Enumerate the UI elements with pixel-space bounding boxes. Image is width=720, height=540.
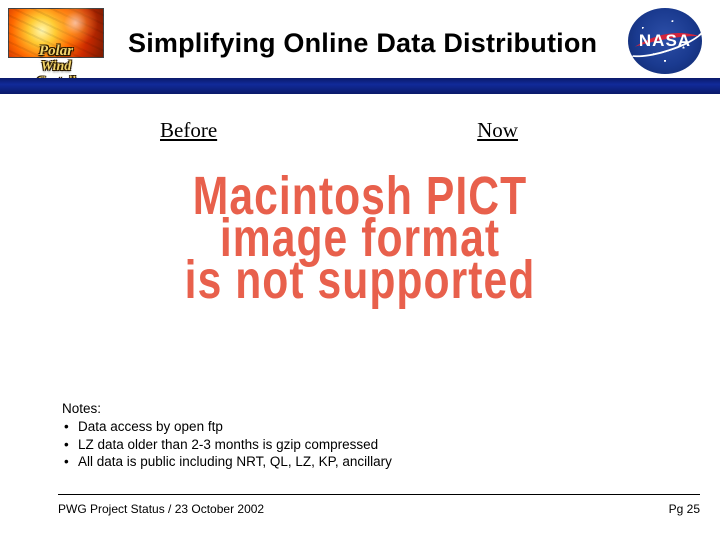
footer-divider: [58, 494, 700, 495]
nasa-logo: NASA: [624, 6, 706, 76]
column-now-label: Now: [477, 118, 518, 143]
notes-item: All data is public including NRT, QL, LZ…: [64, 453, 392, 470]
notes-block: Notes: Data access by open ftp LZ data o…: [62, 400, 392, 470]
image-placeholder: Macintosh PICT image format is not suppo…: [0, 176, 720, 301]
footer-right: Pg 25: [669, 502, 700, 516]
slide-title: Simplifying Online Data Distribution: [128, 28, 597, 59]
notes-item: LZ data older than 2-3 months is gzip co…: [64, 436, 392, 453]
footer-left: PWG Project Status / 23 October 2002: [58, 502, 264, 516]
notes-list: Data access by open ftp LZ data older th…: [62, 418, 392, 470]
header-divider-bar: [0, 78, 720, 94]
notes-item: Data access by open ftp: [64, 418, 392, 435]
notes-heading: Notes:: [62, 400, 392, 417]
column-headers: Before Now: [0, 118, 720, 143]
pwg-logo: Polar Wind Geotail: [8, 8, 104, 86]
slide-footer: PWG Project Status / 23 October 2002 Pg …: [58, 502, 700, 516]
pwg-line1: Polar: [21, 44, 91, 60]
placeholder-line3: is not supported: [0, 253, 720, 308]
slide-header: Polar Wind Geotail Simplifying Online Da…: [0, 0, 720, 95]
column-before-label: Before: [160, 118, 217, 143]
nasa-text: NASA: [624, 6, 706, 76]
pwg-line2: Wind: [21, 60, 91, 75]
